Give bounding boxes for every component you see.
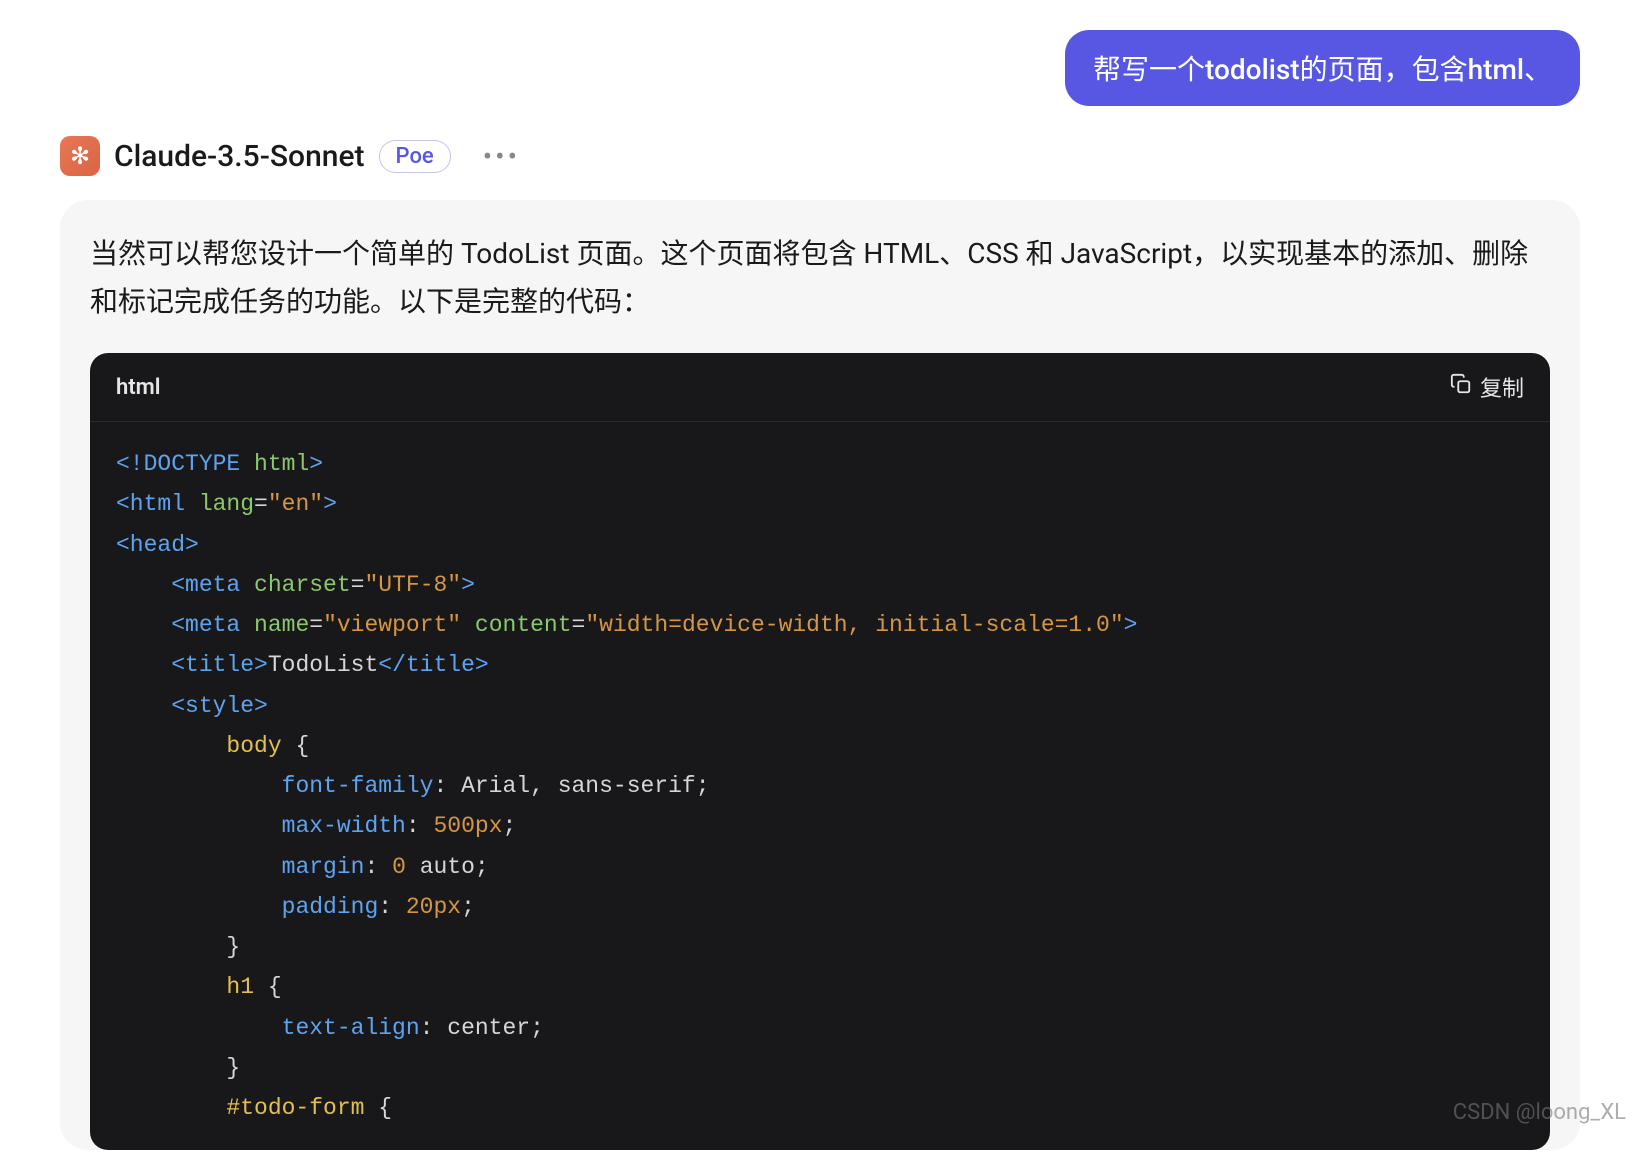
code-language-label: html: [116, 375, 161, 400]
bot-name[interactable]: Claude-3.5-Sonnet: [114, 139, 365, 174]
code-token: 500px: [433, 813, 502, 839]
code-token: font-family: [282, 773, 434, 799]
code-token: <meta: [171, 572, 254, 598]
more-options-button[interactable]: •••: [483, 140, 520, 173]
code-token: }: [226, 1055, 240, 1081]
code-token: max-width: [282, 813, 406, 839]
code-token: {: [364, 1095, 392, 1121]
user-message-row: 帮写一个todolist的页面，包含html、: [60, 30, 1580, 106]
code-token: }: [226, 934, 240, 960]
user-message-text: 帮写一个todolist的页面，包含html、: [1093, 53, 1552, 86]
user-message-bubble: 帮写一个todolist的页面，包含html、: [1065, 30, 1580, 106]
code-token: TodoList: [268, 652, 378, 678]
claude-icon: ✻: [70, 142, 90, 170]
code-header: html 复制: [90, 353, 1550, 422]
code-token: lang: [199, 491, 254, 517]
code-token: h1: [226, 974, 254, 1000]
code-token: auto;: [406, 854, 489, 880]
bot-message-text: 当然可以帮您设计一个简单的 TodoList 页面。这个页面将包含 HTML、C…: [90, 230, 1550, 325]
code-token: =: [351, 572, 365, 598]
code-token: name: [254, 612, 309, 638]
bot-platform-badge[interactable]: Poe: [379, 140, 451, 173]
code-token: html: [254, 451, 309, 477]
code-token: >: [309, 451, 323, 477]
code-token: <meta: [171, 612, 254, 638]
copy-label: 复制: [1480, 371, 1524, 403]
code-token: "UTF-8": [364, 572, 461, 598]
code-token: body: [226, 733, 281, 759]
bot-avatar[interactable]: ✻: [60, 136, 100, 176]
code-token: text-align: [282, 1015, 420, 1041]
code-token: =: [572, 612, 586, 638]
code-token: content: [461, 612, 571, 638]
code-token: 0: [392, 854, 406, 880]
code-token: </title>: [378, 652, 488, 678]
code-token: =: [254, 491, 268, 517]
code-token: >: [461, 572, 475, 598]
code-token: >: [1124, 612, 1138, 638]
code-token: {: [282, 733, 310, 759]
code-token: "width=device-width, initial-scale=1.0": [585, 612, 1123, 638]
code-token: "en": [268, 491, 323, 517]
code-token: :: [378, 894, 406, 920]
code-token: ;: [503, 813, 517, 839]
code-token: =: [309, 612, 323, 638]
code-token: {: [254, 974, 282, 1000]
code-token: :: [364, 854, 392, 880]
code-token: <html: [116, 491, 199, 517]
code-token: margin: [282, 854, 365, 880]
code-token: <style>: [171, 693, 268, 719]
code-token: ;: [461, 894, 475, 920]
code-token: #todo-form: [226, 1095, 364, 1121]
code-block: html 复制 <!DOCTYPE html> <html lang="en">…: [90, 353, 1550, 1150]
code-token: <title>: [171, 652, 268, 678]
code-token: :: [406, 813, 434, 839]
code-token: padding: [282, 894, 379, 920]
code-token: <!DOCTYPE: [116, 451, 254, 477]
code-token: "viewport": [323, 612, 461, 638]
code-token: charset: [254, 572, 351, 598]
code-token: <head>: [116, 532, 199, 558]
code-token: : Arial, sans-serif;: [433, 773, 709, 799]
copy-code-button[interactable]: 复制: [1450, 371, 1524, 403]
code-token: : center;: [420, 1015, 544, 1041]
copy-icon: [1450, 373, 1472, 401]
bot-header: ✻ Claude-3.5-Sonnet Poe •••: [60, 136, 1580, 176]
code-content[interactable]: <!DOCTYPE html> <html lang="en"> <head> …: [90, 422, 1550, 1150]
code-token: 20px: [406, 894, 461, 920]
code-token: >: [323, 491, 337, 517]
watermark: CSDN @loong_XL: [1453, 1100, 1626, 1125]
bot-message: 当然可以帮您设计一个简单的 TodoList 页面。这个页面将包含 HTML、C…: [60, 200, 1580, 1150]
chat-container: 帮写一个todolist的页面，包含html、 ✻ Claude-3.5-Son…: [0, 0, 1640, 1170]
